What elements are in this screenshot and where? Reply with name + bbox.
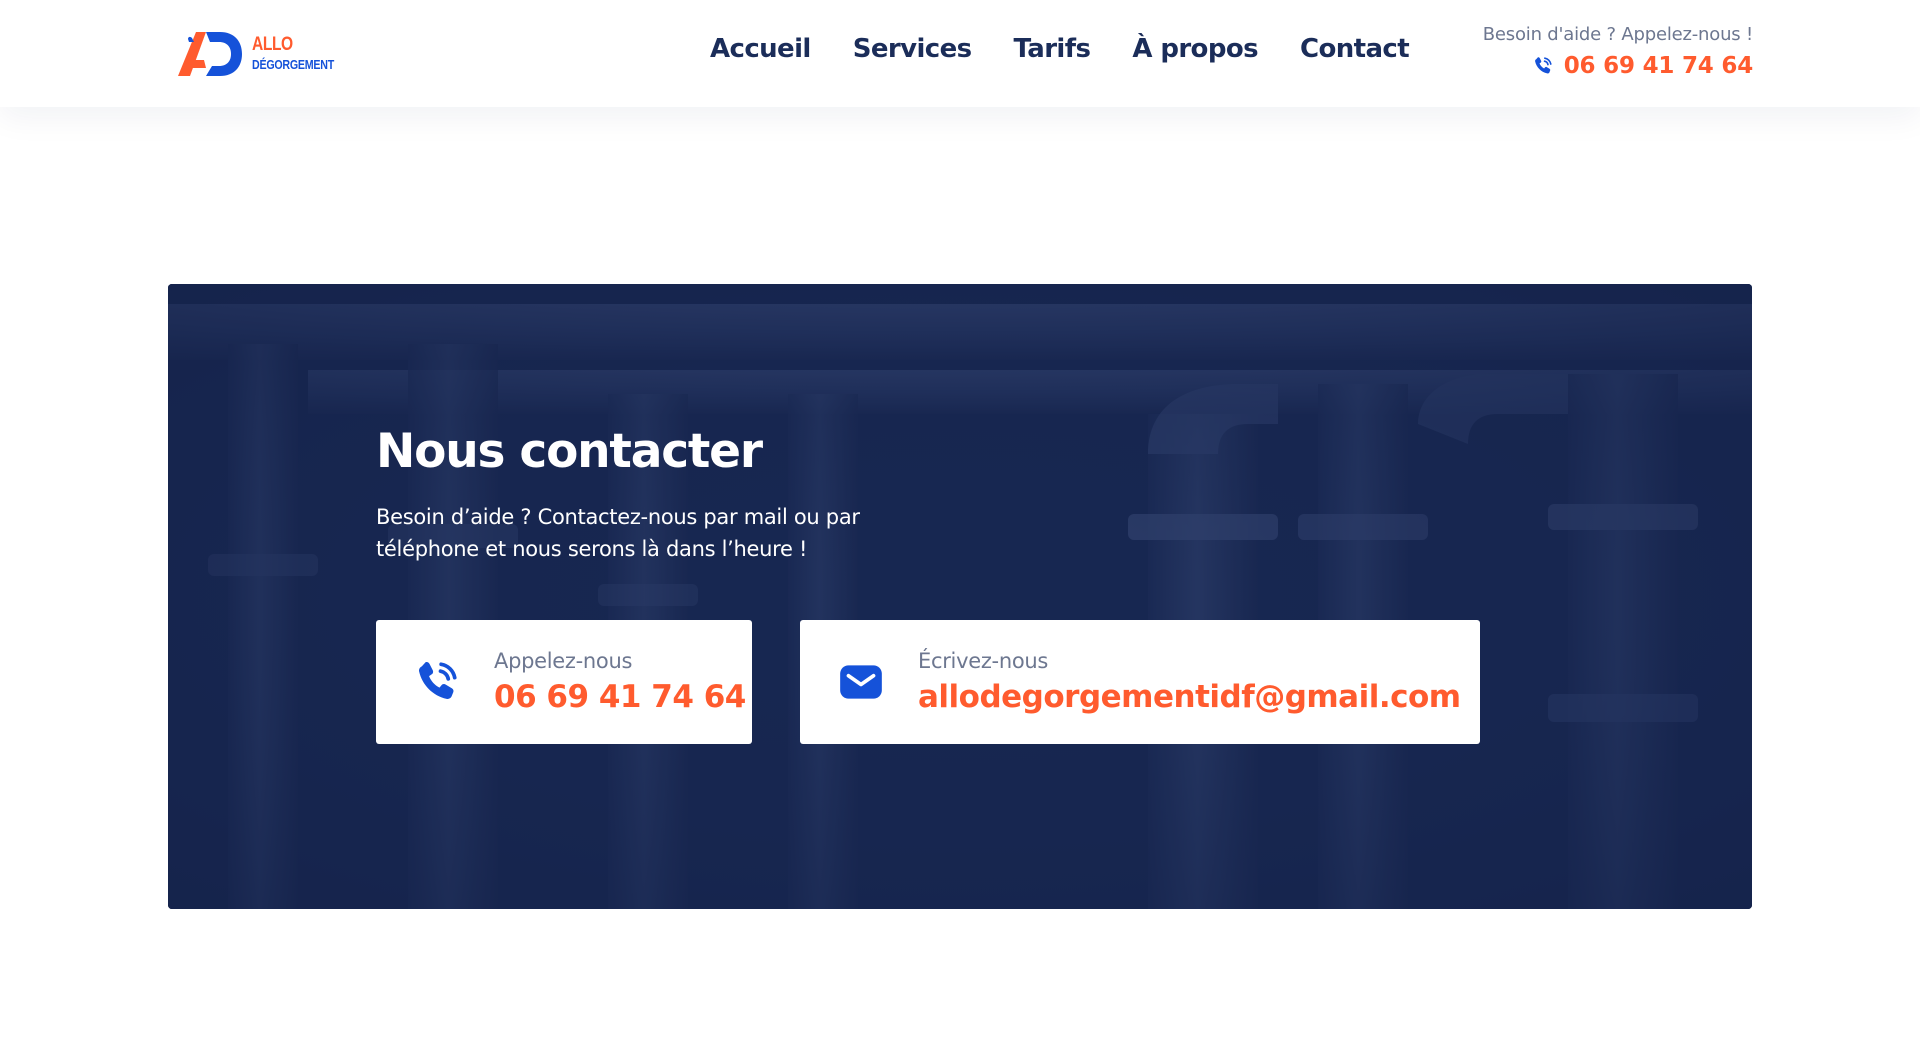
nav-item-tarifs[interactable]: Tarifs <box>1013 34 1090 64</box>
ad-monogram-logo-icon <box>178 32 242 76</box>
nav-item-accueil[interactable]: Accueil <box>710 34 811 64</box>
email-card-body: Écrivez-nous allodegorgementidf@gmail.co… <box>918 649 1461 715</box>
call-card[interactable]: Appelez-nous 06 69 41 74 64 <box>376 620 752 744</box>
panel-overlay <box>168 284 1752 909</box>
email-card[interactable]: Écrivez-nous allodegorgementidf@gmail.co… <box>800 620 1480 744</box>
call-card-body: Appelez-nous 06 69 41 74 64 <box>494 649 746 715</box>
header-phone: 06 69 41 74 64 <box>1483 53 1753 79</box>
nav-item-a-propos[interactable]: À propos <box>1132 34 1258 64</box>
contact-content: Nous contacter Besoin d’aide ? Contactez… <box>376 424 1576 565</box>
call-card-phone: 06 69 41 74 64 <box>494 679 746 715</box>
logo-name-line1: ALLO <box>252 34 293 55</box>
email-card-label: Écrivez-nous <box>918 649 1049 673</box>
contact-title: Nous contacter <box>376 424 763 479</box>
logo-name-line2: DÉGORGEMENT <box>252 57 334 72</box>
main-nav: Accueil Services Tarifs À propos Contact <box>710 34 1410 64</box>
phone-ringing-icon <box>1534 57 1552 74</box>
nav-item-services[interactable]: Services <box>853 34 972 64</box>
header-help: Besoin d'aide ? Appelez-nous ! 06 69 41 … <box>1483 24 1753 79</box>
header-help-text: Besoin d'aide ? Appelez-nous ! <box>1482 24 1753 45</box>
email-card-address: allodegorgementidf@gmail.com <box>918 679 1461 715</box>
contact-description: Besoin d’aide ? Contactez-nous par mail … <box>376 505 860 561</box>
contact-hero: Nous contacter Besoin d’aide ? Contactez… <box>168 284 1752 909</box>
call-card-label: Appelez-nous <box>494 649 633 673</box>
envelope-icon <box>840 665 882 699</box>
nav-item-contact[interactable]: Contact <box>1300 34 1410 64</box>
header-phone-number[interactable]: 06 69 41 74 64 <box>1564 53 1753 79</box>
phone-ringing-icon <box>419 661 457 699</box>
site-header: ALLO DÉGORGEMENT Accueil Services Tarifs… <box>0 0 1920 107</box>
contact-cards: Appelez-nous 06 69 41 74 64 Écrivez-nous… <box>376 620 1480 744</box>
site-logo[interactable]: ALLO DÉGORGEMENT <box>176 26 352 80</box>
